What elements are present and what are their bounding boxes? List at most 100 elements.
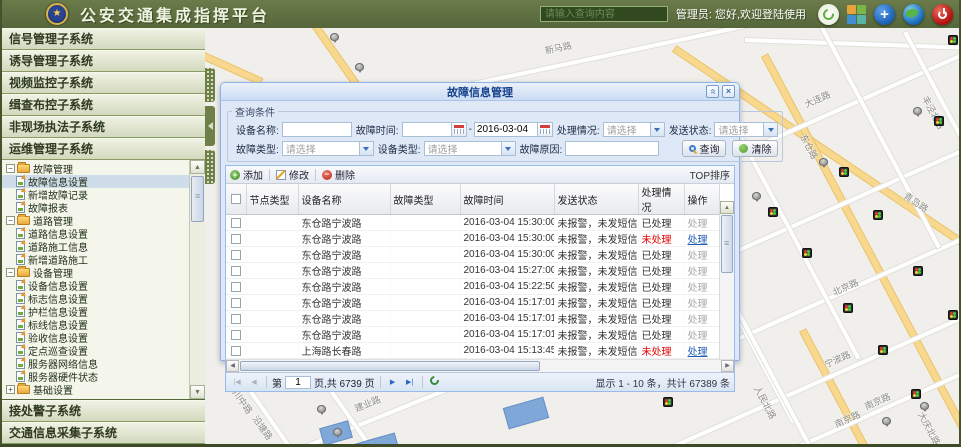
scroll-down-icon[interactable]: ▼ — [190, 385, 205, 399]
traffic-signal-icon[interactable] — [663, 397, 673, 407]
scroll-left-icon[interactable]: ◀ — [226, 360, 239, 372]
column-header[interactable]: 故障类型 — [390, 184, 460, 215]
clear-button[interactable]: 清除 — [732, 140, 778, 157]
sidebar-panel-top-5[interactable]: 运维管理子系统 — [2, 138, 205, 160]
select-all-checkbox[interactable] — [231, 194, 241, 204]
fault-type-select[interactable]: 请选择 — [282, 141, 374, 156]
row-action-link[interactable]: 处理 — [688, 235, 708, 246]
traffic-signal-icon[interactable] — [843, 303, 853, 313]
row-action-link[interactable]: 处理 — [688, 331, 708, 342]
tree-scrollbar[interactable]: ▲ ▼ — [189, 160, 205, 399]
row-checkbox[interactable] — [231, 266, 241, 276]
globe-icon[interactable] — [903, 4, 924, 25]
chevron-down-icon[interactable] — [763, 123, 777, 136]
traffic-signal-icon[interactable] — [878, 345, 888, 355]
tree-toggle-icon[interactable]: + — [6, 385, 15, 394]
scroll-right-icon[interactable]: ▶ — [721, 360, 734, 372]
traffic-signal-icon[interactable] — [873, 210, 883, 220]
camera-icon[interactable] — [333, 428, 342, 436]
column-header[interactable]: 设备名称 — [298, 184, 390, 215]
camera-icon[interactable] — [913, 107, 922, 115]
handle-status-select[interactable]: 请选择 — [603, 122, 665, 137]
camera-icon[interactable] — [330, 33, 339, 41]
apps-grid-icon[interactable] — [847, 5, 866, 24]
scrollbar-thumb[interactable] — [191, 176, 204, 222]
column-header[interactable]: 节点类型 — [246, 184, 298, 215]
row-action-link[interactable]: 处理 — [688, 219, 708, 230]
calendar-icon[interactable] — [538, 122, 553, 137]
query-button[interactable]: 查询 — [682, 140, 726, 157]
grid-hscrollbar[interactable]: ◀ ▶ — [226, 359, 734, 372]
column-header[interactable]: 处理情况 — [638, 184, 684, 215]
sidebar-panel-bottom-0[interactable]: 接处警子系统 — [2, 400, 205, 422]
row-action-link[interactable]: 处理 — [688, 347, 708, 358]
camera-icon[interactable] — [355, 63, 364, 71]
last-page-button[interactable]: ▶| — [403, 375, 417, 389]
column-header[interactable]: 操作 — [684, 184, 719, 215]
close-icon[interactable]: × — [722, 85, 735, 98]
fault-time-to-input[interactable] — [474, 122, 538, 137]
scroll-up-icon[interactable]: ▲ — [720, 201, 734, 214]
send-status-select[interactable]: 请选择 — [714, 122, 778, 137]
power-icon[interactable] — [932, 4, 953, 25]
delete-row-button[interactable]: −删除 — [322, 167, 355, 182]
tree-toggle-icon[interactable]: − — [6, 164, 15, 173]
row-action-link[interactable]: 处理 — [688, 267, 708, 278]
global-search-input[interactable] — [540, 6, 668, 22]
collapse-left-icon[interactable] — [205, 106, 215, 146]
camera-icon[interactable] — [317, 405, 326, 413]
calendar-icon[interactable] — [452, 122, 467, 137]
traffic-signal-icon[interactable] — [913, 266, 923, 276]
collapse-icon[interactable]: « — [706, 85, 719, 98]
page-number-input[interactable] — [285, 376, 311, 389]
first-page-button[interactable]: |◀ — [230, 375, 244, 389]
grip-dots-icon[interactable] — [205, 68, 215, 102]
row-checkbox[interactable] — [231, 330, 241, 340]
dialog-titlebar[interactable]: 故障信息管理 « × — [221, 83, 739, 101]
traffic-signal-icon[interactable] — [948, 310, 958, 320]
sidebar-panel-top-4[interactable]: 非现场执法子系统 — [2, 116, 205, 138]
scrollbar-thumb[interactable] — [240, 361, 540, 371]
row-action-link[interactable]: 处理 — [688, 251, 708, 262]
traffic-signal-icon[interactable] — [839, 167, 849, 177]
sidebar-panel-top-3[interactable]: 缉查布控子系统 — [2, 94, 205, 116]
traffic-signal-icon[interactable] — [911, 389, 921, 399]
scrollbar-thumb[interactable] — [721, 215, 733, 273]
column-header[interactable]: 发送状态 — [554, 184, 638, 215]
row-action-link[interactable]: 处理 — [688, 283, 708, 294]
camera-icon[interactable] — [920, 402, 929, 410]
traffic-signal-icon[interactable] — [802, 248, 812, 258]
chevron-down-icon[interactable] — [650, 123, 664, 136]
row-action-link[interactable]: 处理 — [688, 315, 708, 326]
tree-node[interactable]: 服务器硬件状态 — [2, 370, 189, 383]
row-checkbox[interactable] — [231, 250, 241, 260]
row-checkbox[interactable] — [231, 218, 241, 228]
top-sort-label[interactable]: TOP排序 — [690, 167, 730, 182]
tree-node[interactable]: 故障报表 — [2, 201, 189, 214]
add-icon[interactable]: + — [874, 4, 895, 25]
row-checkbox[interactable] — [231, 298, 241, 308]
grid-vscrollbar[interactable]: ▲ — [719, 201, 734, 361]
prev-page-button[interactable]: ◀ — [247, 375, 261, 389]
sidebar-panel-top-0[interactable]: 信号管理子系统 — [2, 28, 205, 50]
sidebar-panel-bottom-1[interactable]: 交通信息采集子系统 — [2, 422, 205, 444]
row-action-link[interactable]: 处理 — [688, 299, 708, 310]
device-type-select[interactable]: 请选择 — [424, 141, 516, 156]
row-checkbox[interactable] — [231, 234, 241, 244]
row-checkbox[interactable] — [231, 346, 241, 356]
scroll-up-icon[interactable]: ▲ — [190, 160, 205, 174]
device-name-input[interactable] — [282, 122, 352, 137]
camera-icon[interactable] — [819, 158, 828, 166]
next-page-button[interactable]: ▶ — [386, 375, 400, 389]
column-header[interactable]: 故障时间 — [460, 184, 554, 215]
fault-reason-input[interactable] — [565, 141, 659, 156]
fault-time-from-input[interactable] — [402, 122, 452, 137]
traffic-signal-icon[interactable] — [948, 35, 958, 45]
camera-icon[interactable] — [752, 192, 761, 200]
tree-toggle-icon[interactable]: − — [6, 268, 15, 277]
tree-node[interactable]: 新增道路施工 — [2, 253, 189, 266]
sidebar-collapse-handle[interactable] — [205, 68, 215, 198]
chevron-down-icon[interactable] — [359, 142, 373, 155]
camera-icon[interactable] — [882, 417, 891, 425]
traffic-signal-icon[interactable] — [934, 116, 944, 126]
